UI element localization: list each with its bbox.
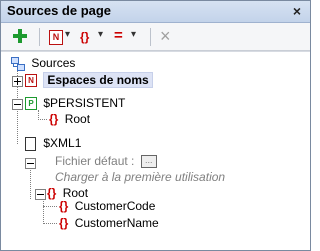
default-file-label: Fichier défaut : bbox=[55, 154, 135, 168]
tree-item-label: CustomerName bbox=[74, 216, 159, 230]
element-icon: {} bbox=[49, 112, 59, 126]
add-namespace-button[interactable]: N ▾ bbox=[48, 28, 74, 46]
source-tree: Sources N Espaces de noms P $PERSISTENT … bbox=[1, 51, 310, 251]
sources-icon bbox=[11, 57, 25, 72]
collapse-toggle[interactable] bbox=[12, 99, 23, 110]
panel-titlebar: Sources de page × bbox=[1, 1, 310, 23]
collapse-toggle[interactable] bbox=[35, 189, 46, 200]
tree-item-label: Root bbox=[64, 112, 91, 126]
expand-toggle[interactable] bbox=[12, 76, 23, 87]
tree-connector bbox=[43, 223, 57, 224]
add-source-button[interactable] bbox=[11, 28, 29, 46]
tree-item-label: Sources bbox=[31, 56, 76, 70]
tree-item-namespaces[interactable]: N Espaces de noms bbox=[25, 71, 153, 89]
tree-item-xml1[interactable]: $XML1 bbox=[25, 134, 81, 152]
chevron-down-icon: ▾ bbox=[98, 29, 104, 40]
tree-item-label: $PERSISTENT bbox=[43, 96, 126, 110]
collapse-toggle[interactable] bbox=[25, 158, 36, 169]
persistent-icon: P bbox=[25, 97, 37, 111]
delete-button[interactable]: × bbox=[158, 26, 176, 46]
tree-item-sources[interactable]: Sources bbox=[11, 54, 75, 72]
curly-braces-icon: {} bbox=[80, 30, 90, 44]
add-element-button[interactable]: {} ▾ bbox=[80, 28, 108, 46]
element-icon: {} bbox=[59, 199, 69, 213]
browse-file-button[interactable]: ... bbox=[140, 155, 157, 169]
file-icon bbox=[25, 136, 36, 151]
add-parameter-button[interactable]: = ▾ bbox=[113, 27, 141, 46]
chevron-down-icon: ▾ bbox=[131, 29, 137, 40]
toolbar: N ▾ {} ▾ = ▾ × bbox=[1, 23, 310, 51]
tree-item-customercode[interactable]: {} CustomerCode bbox=[59, 197, 155, 215]
panel-title: Sources de page bbox=[7, 3, 112, 18]
chevron-down-icon: ▾ bbox=[65, 29, 71, 40]
tree-connector bbox=[43, 198, 44, 224]
tree-item-customername[interactable]: {} CustomerName bbox=[59, 214, 159, 232]
page-sources-panel: Sources de page × N ▾ {} ▾ = ▾ × Sources… bbox=[0, 0, 311, 251]
tree-connector bbox=[43, 206, 57, 207]
tree-item-label: CustomerCode bbox=[74, 199, 156, 213]
tree-item-label: Espaces de noms bbox=[43, 72, 153, 88]
element-icon: {} bbox=[59, 216, 69, 230]
tree-item-persistent-root[interactable]: {} Root bbox=[49, 110, 90, 128]
namespace-icon: N bbox=[49, 30, 63, 45]
tree-connector bbox=[38, 119, 47, 120]
namespace-icon: N bbox=[25, 74, 37, 88]
toolbar-separator bbox=[150, 28, 151, 46]
close-button[interactable]: × bbox=[289, 2, 305, 20]
equals-icon: = bbox=[114, 27, 123, 44]
element-icon: {} bbox=[47, 186, 57, 200]
delete-x-icon: × bbox=[160, 26, 171, 46]
tree-item-label: $XML1 bbox=[43, 136, 82, 150]
plus-icon bbox=[12, 28, 28, 44]
toolbar-separator bbox=[39, 28, 40, 46]
